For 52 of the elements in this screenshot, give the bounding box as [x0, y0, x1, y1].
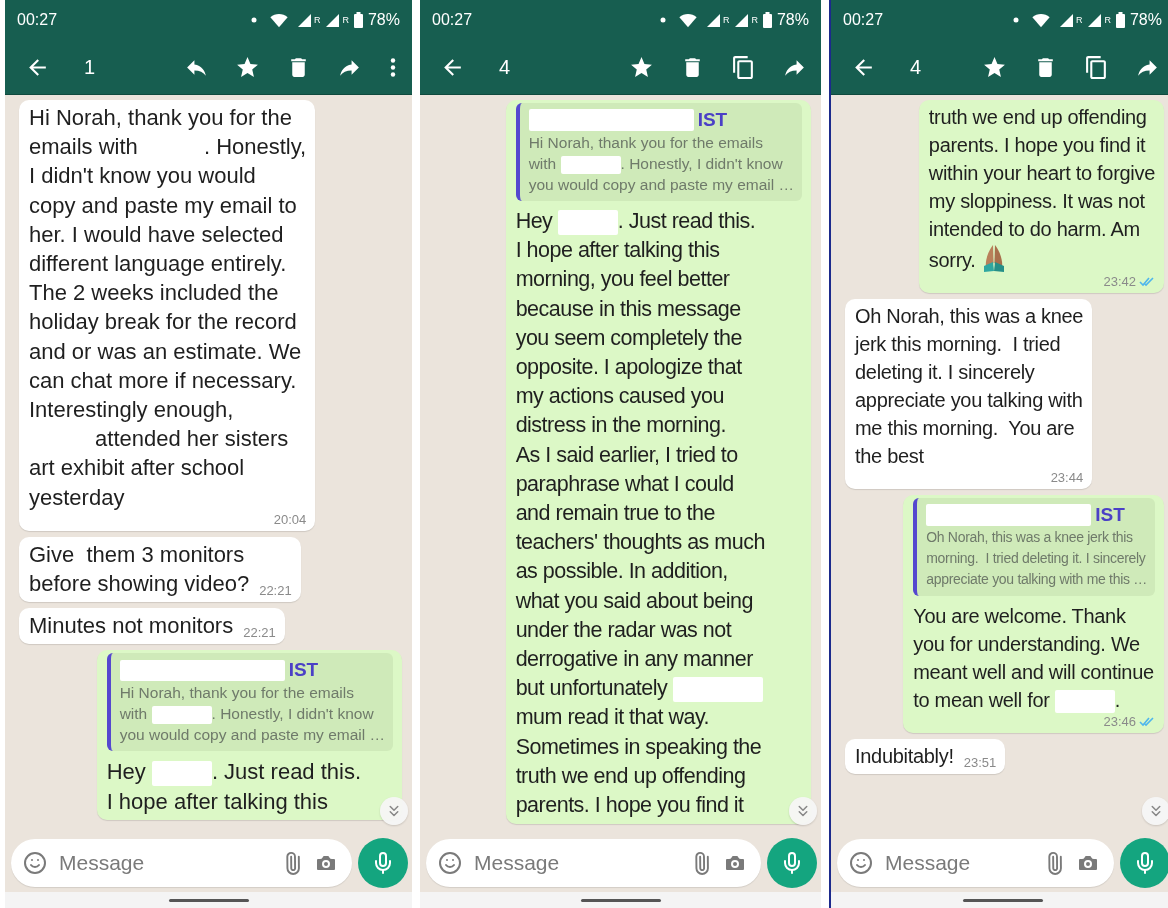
battery-level: 78% [367, 11, 400, 29]
message-time: 20:04 [273, 511, 307, 527]
message-text: Minutes not monitors [29, 612, 234, 641]
message-field[interactable]: Message [11, 839, 352, 887]
selected-count: 1 [84, 55, 97, 79]
message-time: 23:42 [1103, 274, 1136, 289]
message-text: You are welcome. Thank you for understanding. We meant well and will continue to mean well for . [913, 602, 1155, 714]
message-text: Oh Norah, this was a knee jerk this morning. I tried deleting it. I sincerely appreciate you talking with me this morning. You are the best [855, 304, 1084, 469]
message-text: Hey . Just read this. I hope after talking this [106, 758, 362, 816]
clock-time: 00:27 [432, 11, 474, 29]
message-time: 22:21 [259, 583, 292, 599]
quote-author: IST [1095, 503, 1125, 527]
roaming-label: R [1075, 15, 1083, 25]
message-time: 23:51 [963, 755, 997, 770]
roaming-label: R [342, 15, 349, 25]
message-time: 23:44 [1050, 470, 1084, 485]
message-text: Hi Norah, thank you for the emails with . Honestly, I didn't know you would copy and paste my email to her. I would have selected different language entirely. The 2 weeks included the holiday break for the record and or was an estimate. We can chat more if necessary. Interestingly enough, attended her sisters art exhibit after school yesterday [29, 104, 307, 512]
message-time: 23:46 [1103, 714, 1136, 729]
selected-count: 4 [910, 55, 923, 79]
sent-message-bubble[interactable]: IST Hi Norah, thank you for the emails with . Honestly, I didn't know you would copy and paste my email … Hey . Just read this. I hope after talking this [96, 650, 402, 820]
roaming-label: R [1104, 15, 1111, 25]
quoted-message[interactable]: IST Hi Norah, thank you for the emails with . Honestly, I didn't know you would copy and paste my email … [106, 653, 393, 752]
received-message-bubble[interactable]: Minutes not monitors 22:21 [19, 608, 285, 645]
message-input[interactable]: Message [883, 850, 1033, 876]
message-text: Hey . Just read this. I hope after talking this morning, you feel better because in this message you seem completely the opposite. I apologize that my actions caused you distress in the morning. As I said earlier, I tried to paraphrase what I could and remain true to the teachers' thoughts as much as possible. In addition, what you said about being under the radar was not derrogative in any manner but unfortunately mum read it that way. Sometimes in speaking the truth we end up offending parents. I hope you find it [515, 208, 766, 820]
received-message-bubble[interactable]: Indubitably! 23:51 [845, 739, 1006, 774]
quoted-message[interactable]: IST Oh Norah, this was a knee jerk this morning. I tried deleting it. I sincerely appreciate you talking with me this … [913, 498, 1155, 596]
message-text: truth we end up offending parents. I hope you find it within your heart to forgive my sloppiness. It was not intended to do harm. Am sorry. [928, 105, 1155, 274]
roaming-label: R [751, 15, 758, 25]
roaming-label: R [722, 15, 730, 25]
battery-level: 78% [776, 11, 809, 29]
battery-level: 78% [1129, 11, 1162, 29]
received-message-bubble[interactable]: Oh Norah, this was a knee jerk this morning. I tried deleting it. I sincerely appreciate you talking with me this morning. You are the best 23:44 [845, 299, 1093, 489]
quote-text: Oh Norah, this was a knee jerk this morning. I tried deleting it. I sincerely appreciate you talking with me this … [926, 528, 1147, 589]
quote-author: IST [288, 658, 319, 683]
received-message-bubble[interactable]: Give them 3 monitors before showing video? 22:21 [19, 536, 301, 603]
selected-count: 4 [499, 55, 512, 79]
message-input[interactable]: Message [57, 850, 271, 876]
message-text: Indubitably! [855, 744, 954, 769]
quote-author: IST [697, 108, 728, 132]
message-field[interactable]: Message [837, 839, 1114, 887]
message-text: Give them 3 monitors before showing video? [29, 540, 250, 599]
clock-time: 00:27 [17, 11, 59, 29]
clock-time: 00:27 [843, 11, 885, 29]
quote-text: Hi Norah, thank you for the emails with . Honestly, I didn't know you would copy and paste my email … [119, 683, 385, 746]
sent-message-bubble[interactable]: truth we end up offending parents. I hope you find it within your heart to forgive my sloppiness. It was not intended to do harm. Am sorry. 23:42 [918, 100, 1164, 293]
message-time: 22:21 [243, 625, 276, 641]
roaming-label: R [313, 15, 321, 25]
quote-text: Hi Norah, thank you for the emails with . Honestly, I didn't know you would copy and paste my email … [528, 133, 794, 195]
message-input[interactable]: Message [472, 850, 680, 876]
quoted-message[interactable]: IST Hi Norah, thank you for the emails with . Honestly, I didn't know you would copy and paste my email … [515, 103, 802, 201]
message-field[interactable]: Message [426, 839, 761, 887]
